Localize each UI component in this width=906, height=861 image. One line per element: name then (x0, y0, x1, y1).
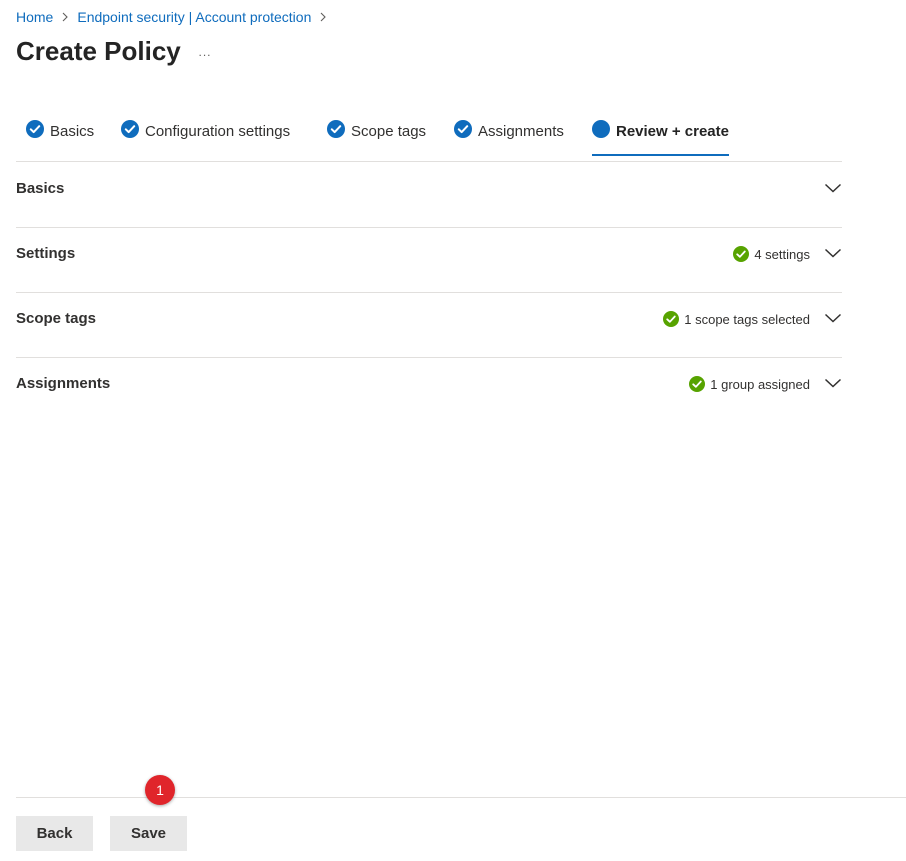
section-scope-tags[interactable]: Scope tags 1 scope tags selected (16, 292, 842, 358)
tab-scope-tags[interactable]: Scope tags (327, 120, 426, 160)
check-circle-icon (26, 120, 44, 138)
tab-label: Review + create (616, 121, 729, 143)
section-status-text: 1 scope tags selected (684, 312, 810, 327)
section-title: Assignments (16, 375, 110, 392)
tab-label: Basics (50, 121, 94, 143)
success-check-icon (689, 376, 705, 392)
tab-basics[interactable]: Basics (26, 120, 94, 160)
tab-label: Assignments (478, 121, 564, 143)
chevron-down-icon[interactable] (824, 179, 842, 197)
section-title: Basics (16, 180, 64, 197)
section-title: Settings (16, 245, 75, 262)
chevron-down-icon[interactable] (824, 244, 842, 262)
check-circle-icon (327, 120, 345, 138)
more-options-button[interactable]: ... (195, 44, 215, 60)
success-check-icon (733, 246, 749, 262)
step-number-badge: 1 (145, 775, 175, 805)
check-circle-icon (121, 120, 139, 138)
section-title: Scope tags (16, 310, 96, 327)
tab-review-create[interactable]: Review + create (592, 120, 729, 160)
wizard-tabs: Basics Configuration settings Scope tags… (16, 110, 842, 162)
tab-label: Configuration settings (145, 121, 290, 143)
section-status-text: 1 group assigned (710, 377, 810, 392)
section-status-text: 4 settings (754, 247, 810, 262)
section-status: 1 scope tags selected (663, 311, 810, 327)
save-button[interactable]: Save (110, 816, 187, 851)
tab-label: Scope tags (351, 121, 426, 143)
check-circle-icon (454, 120, 472, 138)
chevron-right-icon (53, 8, 77, 26)
section-assignments[interactable]: Assignments 1 group assigned (16, 357, 842, 422)
success-check-icon (663, 311, 679, 327)
chevron-right-icon (311, 8, 335, 26)
back-button[interactable]: Back (16, 816, 93, 851)
tab-configuration-settings[interactable]: Configuration settings (121, 120, 290, 160)
breadcrumb-account-protection-link[interactable]: Endpoint security | Account protection (77, 9, 311, 25)
chevron-down-icon[interactable] (824, 374, 842, 392)
filled-circle-icon (592, 120, 610, 138)
breadcrumb: Home Endpoint security | Account protect… (16, 8, 335, 26)
tab-assignments[interactable]: Assignments (454, 120, 564, 160)
chevron-down-icon[interactable] (824, 309, 842, 327)
section-settings[interactable]: Settings 4 settings (16, 227, 842, 293)
section-status: 1 group assigned (689, 376, 810, 392)
breadcrumb-home-link[interactable]: Home (16, 9, 53, 25)
page-title: Create Policy (16, 36, 181, 67)
section-basics[interactable]: Basics (16, 162, 842, 228)
ellipsis-icon: ... (198, 45, 211, 59)
section-status: 4 settings (733, 246, 810, 262)
